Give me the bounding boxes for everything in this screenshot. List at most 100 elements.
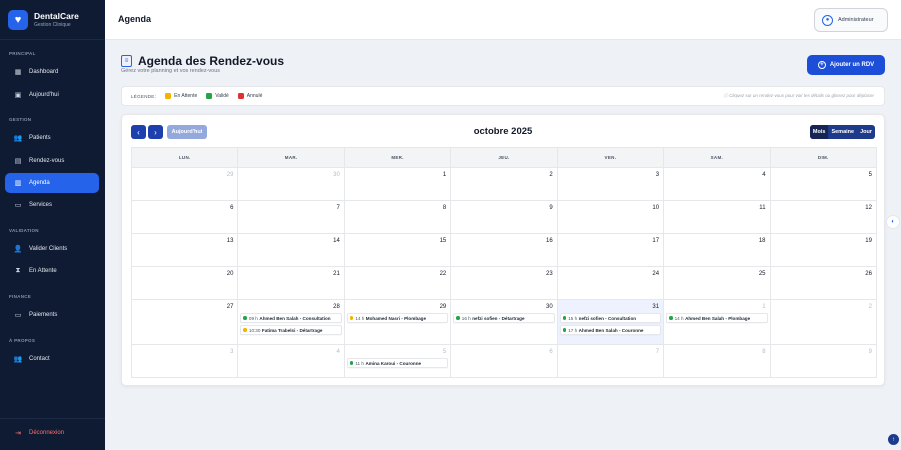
day-number: 10	[652, 205, 660, 211]
theme-settings-button[interactable]: ◐	[886, 215, 900, 229]
appointment-event[interactable]: 16 h nefzi sofien - Détartrage	[453, 313, 555, 323]
event-list: 14 h Ahmed Ben Salah - Plombage	[666, 313, 768, 323]
day-cell[interactable]: 2	[770, 300, 877, 345]
view-day-button[interactable]: Jour	[857, 125, 875, 139]
calendar-icon: ▤	[14, 158, 22, 165]
day-cell[interactable]: 5 11 h Amina Karoui - Couronne	[344, 345, 452, 378]
day-cell[interactable]: 27	[132, 300, 239, 345]
day-cell[interactable]: 16	[451, 234, 558, 267]
money-icon: ▭	[14, 312, 22, 319]
status-dot	[349, 316, 354, 320]
palette-icon: ◐	[891, 219, 895, 225]
sidebar-item-dashboard[interactable]: ▦ Dashboard	[5, 62, 99, 82]
day-number: 2	[868, 304, 872, 310]
sidebar-item-rendez-vous[interactable]: ▤ Rendez-vous	[5, 151, 99, 171]
logout-button[interactable]: ⇥ Déconnexion	[5, 424, 99, 442]
day-cell[interactable]: 30	[238, 168, 345, 201]
day-cell[interactable]: 29 14 h Mohamed Nasri - Plombage	[344, 300, 452, 345]
day-cell[interactable]: 25	[664, 267, 771, 300]
legend-swatch	[237, 93, 244, 99]
day-cell[interactable]: 6	[132, 201, 239, 234]
contact-icon: 👥	[13, 356, 23, 363]
day-cell[interactable]: 10	[557, 201, 665, 234]
appointment-event[interactable]: 15 h nefzi sofien - Consultation	[559, 313, 662, 323]
day-cell[interactable]: 23	[451, 267, 558, 300]
appointment-event[interactable]: 11 h Amina Karoui - Couronne	[346, 358, 449, 368]
day-cell[interactable]: 5	[770, 168, 877, 201]
logout-label: Déconnexion	[29, 430, 65, 436]
sidebar-divider	[0, 418, 105, 419]
day-cell[interactable]: 1	[344, 168, 452, 201]
day-cell[interactable]: 15	[344, 234, 452, 267]
tooth-heart-icon: ♥	[8, 9, 28, 30]
day-cell[interactable]: 9	[770, 345, 877, 378]
day-cell[interactable]: 7	[238, 201, 345, 234]
day-cell[interactable]: 6	[451, 345, 558, 378]
appointment-event[interactable]: 14 h Mohamed Nasri - Plombage	[346, 313, 449, 323]
day-number: 25	[758, 271, 766, 277]
sidebar-item-aujourdhui[interactable]: ▣ Aujourd'hui	[5, 85, 99, 105]
day-cell[interactable]: 19	[770, 234, 877, 267]
day-cell[interactable]: 2	[451, 168, 558, 201]
event-list: 11 h Amina Karoui - Couronne	[346, 358, 449, 368]
day-cell[interactable]: 30 16 h nefzi sofien - Détartrage	[451, 300, 558, 345]
day-cell[interactable]: 4	[664, 168, 771, 201]
appointment-event[interactable]: 10:30 Fatima Trabelsi - Détartrage	[240, 325, 342, 335]
section-label-gestion: GESTION	[9, 117, 32, 122]
sidebar-item-agenda[interactable]: ▥ Agenda	[5, 173, 99, 193]
sidebar-item-label: Agenda	[29, 180, 50, 186]
legend-item-en-attente: En Attente	[165, 93, 197, 99]
legend-title: LÉGENDE:	[131, 93, 157, 99]
appointment-event[interactable]: 17 h Ahmed Ben Salah - Couronne	[559, 325, 662, 335]
user-menu-button[interactable]: ● Administrateur	[814, 8, 888, 32]
day-cell[interactable]: 8	[664, 345, 771, 378]
view-month-button[interactable]: Mois	[809, 125, 829, 139]
legend-item-annule: Annulé	[237, 93, 262, 99]
day-cell[interactable]: 12	[770, 201, 877, 234]
day-cell[interactable]: 31 15 h nefzi sofien - Consultation 17 h Ahm…	[557, 300, 665, 345]
day-cell[interactable]: 26	[770, 267, 877, 300]
day-cell[interactable]: 21	[238, 267, 345, 300]
day-cell[interactable]: 24	[557, 267, 665, 300]
status-dot	[349, 361, 354, 365]
weekday-header-cell: VEN.	[557, 148, 665, 168]
event-time: 14 h	[674, 315, 684, 321]
day-cell[interactable]: 9	[451, 201, 558, 234]
sidebar-item-valider-clients[interactable]: 👤 Valider Clients	[5, 239, 99, 259]
day-cell[interactable]: 22	[344, 267, 452, 300]
status-dot	[562, 328, 567, 332]
event-list: 15 h nefzi sofien - Consultation 17 h Ahmed…	[559, 313, 662, 335]
sidebar-item-services[interactable]: ▭ Services	[5, 195, 99, 215]
sidebar-item-en-attente[interactable]: ⧗ En Attente	[5, 261, 99, 281]
view-week-button[interactable]: Semaine	[828, 125, 857, 139]
day-cell[interactable]: 7	[557, 345, 665, 378]
day-cell[interactable]: 3	[557, 168, 665, 201]
add-appointment-button[interactable]: + Ajouter un RDV	[807, 55, 885, 75]
sidebar-item-label: Valider Clients	[29, 246, 68, 252]
day-cell[interactable]: 11	[664, 201, 771, 234]
day-cell[interactable]: 8	[344, 201, 452, 234]
legend-item-valide: Validé	[206, 93, 229, 99]
day-cell[interactable]: 13	[132, 234, 239, 267]
day-cell[interactable]: 14	[238, 234, 345, 267]
event-list: 09 h Ahmed Ben Salah - Consultation 10:30 F…	[240, 313, 342, 335]
sidebar-item-paiements[interactable]: ▭ Paiements	[5, 305, 99, 325]
day-cell[interactable]: 17	[557, 234, 665, 267]
appointment-event[interactable]: 14 h Ahmed Ben Salah - Plombage	[666, 313, 768, 323]
weekday-header-cell: MER.	[344, 148, 452, 168]
section-label-validation: VALIDATION	[9, 228, 39, 233]
appointment-event[interactable]: 09 h Ahmed Ben Salah - Consultation	[240, 313, 342, 323]
day-cell[interactable]: 18	[664, 234, 771, 267]
day-cell[interactable]: 29	[132, 168, 239, 201]
day-cell[interactable]: 1 14 h Ahmed Ben Salah - Plombage	[664, 300, 771, 345]
sidebar-item-patients[interactable]: 👥 Patients	[5, 128, 99, 148]
day-cell[interactable]: 20	[132, 267, 239, 300]
day-cell[interactable]: 4	[238, 345, 345, 378]
day-cell[interactable]: 28 09 h Ahmed Ben Salah - Consultation 10:3…	[238, 300, 345, 345]
event-title: Ahmed Ben Salah - Couronne	[578, 327, 644, 333]
scroll-top-button[interactable]: ↑	[888, 434, 899, 445]
sidebar-item-label: Patients	[29, 135, 51, 141]
day-cell[interactable]: 3	[132, 345, 239, 378]
sidebar-item-contact[interactable]: 👥 Contact	[5, 349, 99, 369]
event-time: 17 h	[568, 327, 578, 333]
